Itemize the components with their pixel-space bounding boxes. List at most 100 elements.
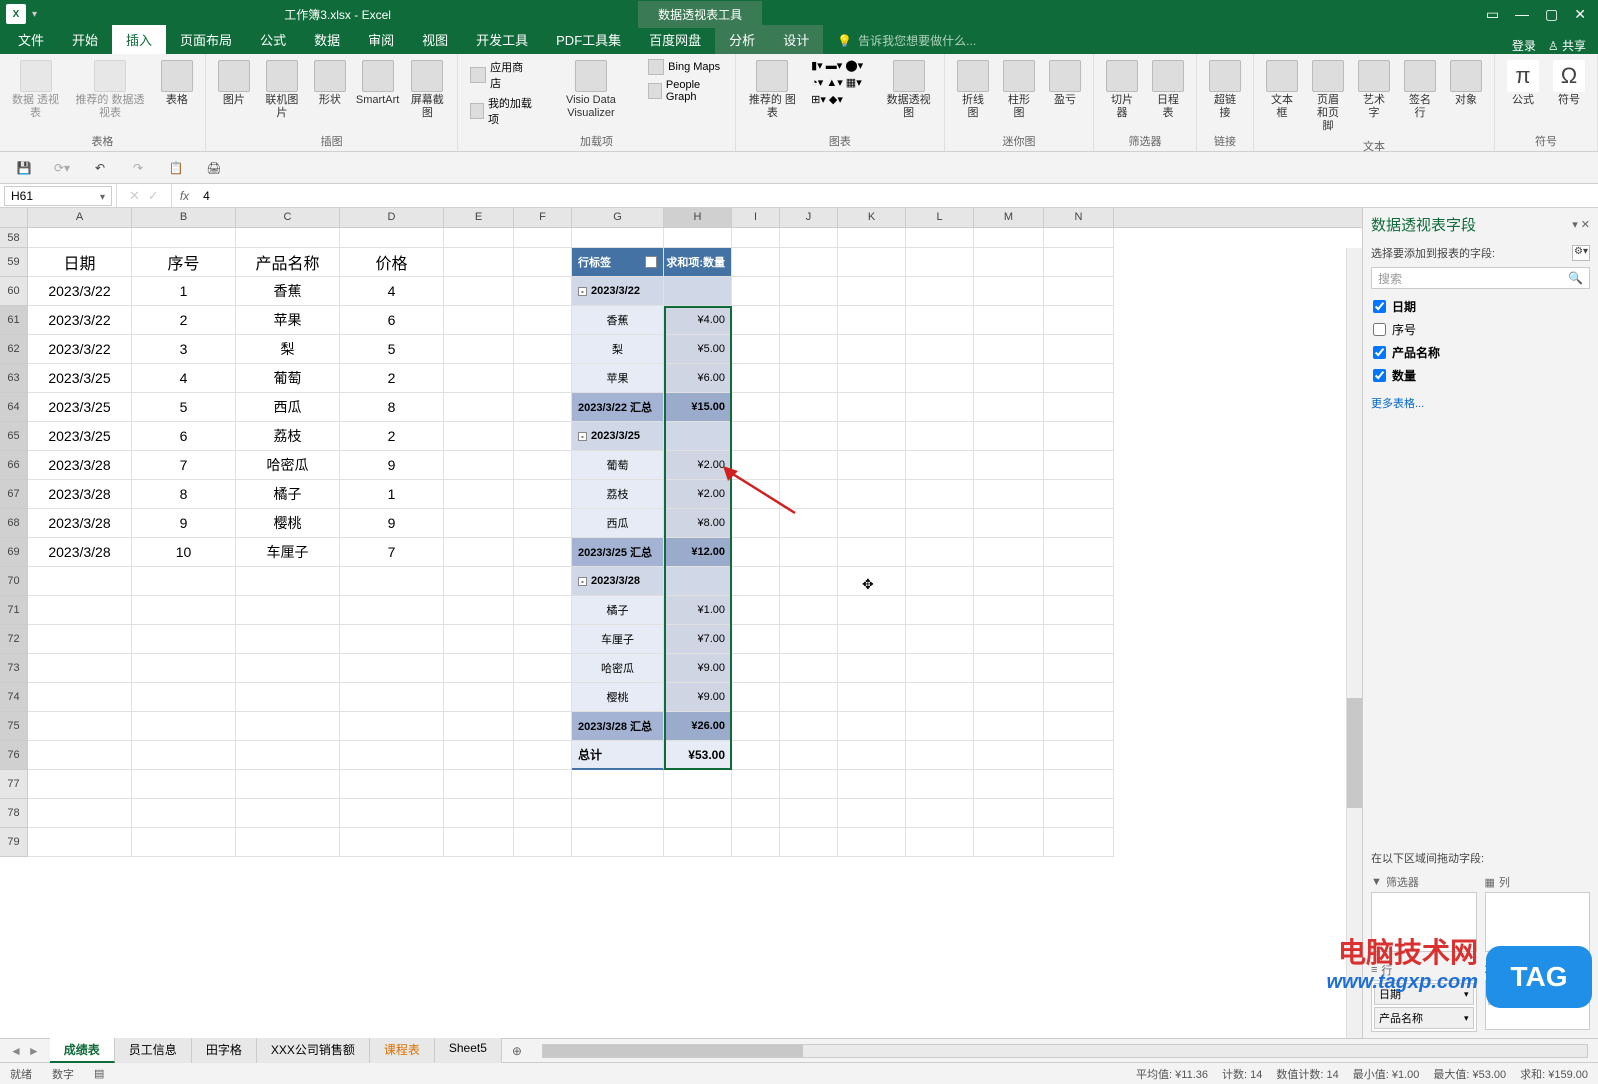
expand-icon[interactable]: -	[578, 432, 587, 441]
field-checkbox[interactable]	[1373, 323, 1386, 336]
tab-baidu[interactable]: 百度网盘	[635, 25, 715, 54]
table-button[interactable]: 表格	[157, 58, 197, 109]
row-header[interactable]: 73	[0, 654, 28, 683]
sheet-tab[interactable]: XXX公司销售额	[257, 1038, 370, 1063]
field-item[interactable]: 数量	[1371, 364, 1590, 387]
object-button[interactable]: 对象	[1446, 58, 1486, 109]
tab-design[interactable]: 设计	[769, 25, 823, 54]
tab-view[interactable]: 视图	[408, 25, 462, 54]
field-checkbox[interactable]	[1373, 300, 1386, 313]
row-header[interactable]: 70	[0, 567, 28, 596]
screenshot-button[interactable]: 屏幕截图	[405, 58, 449, 122]
row-header[interactable]: 58	[0, 228, 28, 248]
field-item[interactable]: 产品名称	[1371, 341, 1590, 364]
pivottable-button[interactable]: 数据 透视表	[8, 58, 63, 122]
row-header[interactable]: 66	[0, 451, 28, 480]
horizontal-scrollbar[interactable]	[542, 1044, 1588, 1058]
sheet-nav-next-icon[interactable]: ►	[28, 1044, 40, 1058]
row-header[interactable]: 72	[0, 625, 28, 654]
tab-developer[interactable]: 开发工具	[462, 25, 542, 54]
column-header-E[interactable]: E	[444, 208, 514, 227]
tab-page-layout[interactable]: 页面布局	[166, 25, 246, 54]
slicer-button[interactable]: 切片器	[1102, 58, 1142, 122]
column-header-B[interactable]: B	[132, 208, 236, 227]
row-header[interactable]: 71	[0, 596, 28, 625]
area-chip[interactable]: 产品名称	[1374, 1007, 1474, 1029]
row-header[interactable]: 78	[0, 799, 28, 828]
sheet-tab[interactable]: 成绩表	[50, 1038, 115, 1063]
sparkline-winloss-button[interactable]: 盈亏	[1045, 58, 1085, 109]
column-header-D[interactable]: D	[340, 208, 444, 227]
field-checkbox[interactable]	[1373, 346, 1386, 359]
row-header[interactable]: 67	[0, 480, 28, 509]
online-pictures-button[interactable]: 联机图片	[260, 58, 304, 122]
chart-row1[interactable]: ▮▾ ▬▾ ⬤▾	[807, 58, 875, 73]
qat-extra1-icon[interactable]: 📋	[166, 158, 186, 178]
bingmaps-button[interactable]: Bing Maps	[644, 58, 727, 76]
close-icon[interactable]: ✕	[1574, 6, 1586, 23]
pictures-button[interactable]: 图片	[214, 58, 254, 109]
pivotchart-button[interactable]: 数据透视图	[881, 58, 936, 122]
visio-button[interactable]: Visio Data Visualizer	[544, 58, 638, 122]
headerfooter-button[interactable]: 页眉和页脚	[1308, 58, 1348, 136]
sheet-tab[interactable]: 员工信息	[115, 1038, 192, 1063]
tab-data[interactable]: 数据	[300, 25, 354, 54]
fields-pane-close-icon[interactable]: ✕	[1581, 219, 1590, 231]
chart-row3[interactable]: ⊞▾ ◆▾	[807, 92, 875, 107]
row-header[interactable]: 61	[0, 306, 28, 335]
minimize-icon[interactable]: —	[1515, 6, 1529, 23]
enter-formula-icon[interactable]: ✓	[148, 188, 159, 204]
row-header[interactable]: 65	[0, 422, 28, 451]
field-item[interactable]: 日期	[1371, 295, 1590, 318]
column-header-K[interactable]: K	[838, 208, 906, 227]
redo-icon[interactable]: ↷	[128, 158, 148, 178]
column-header-J[interactable]: J	[780, 208, 838, 227]
textbox-button[interactable]: 文本框	[1262, 58, 1302, 122]
login-link[interactable]: 登录	[1512, 37, 1536, 54]
hyperlink-button[interactable]: 超链接	[1205, 58, 1245, 122]
columns-drop-area[interactable]	[1485, 892, 1591, 952]
sheet-nav-prev-icon[interactable]: ◄	[10, 1044, 22, 1058]
equation-button[interactable]: π公式	[1503, 58, 1543, 109]
row-header[interactable]: 76	[0, 741, 28, 770]
vertical-scrollbar[interactable]	[1346, 248, 1362, 1038]
tab-analyze[interactable]: 分析	[715, 25, 769, 54]
myaddins-button[interactable]: 我的加载项	[466, 94, 537, 128]
sheet-tab[interactable]: 田字格	[192, 1038, 257, 1063]
area-chip[interactable]: 日期	[1374, 983, 1474, 1005]
recommended-pivot-button[interactable]: 推荐的 数据透视表	[69, 58, 151, 122]
row-header[interactable]: 64	[0, 393, 28, 422]
spreadsheet-grid[interactable]: ABCDEFGHIJKLMN 5859日期序号产品名称价格行标签▾求和项:数量6…	[0, 208, 1362, 1038]
recommended-charts-button[interactable]: 推荐的 图表	[744, 58, 801, 122]
name-box[interactable]: H61	[4, 186, 112, 206]
row-header[interactable]: 77	[0, 770, 28, 799]
tab-pdf[interactable]: PDF工具集	[542, 25, 635, 54]
sparkline-column-button[interactable]: 柱形图	[999, 58, 1039, 122]
share-button[interactable]: ♙ 共享	[1548, 37, 1586, 54]
smartart-button[interactable]: SmartArt	[356, 58, 399, 109]
select-all-corner[interactable]	[0, 208, 28, 227]
row-header[interactable]: 63	[0, 364, 28, 393]
store-button[interactable]: 应用商店	[466, 58, 537, 92]
row-header[interactable]: 62	[0, 335, 28, 364]
qat-extra2-icon[interactable]: 🖨	[204, 158, 224, 178]
formula-input[interactable]: 4	[197, 189, 1598, 203]
column-header-I[interactable]: I	[732, 208, 780, 227]
pivot-filter-icon[interactable]: ▾	[645, 256, 657, 268]
maximize-icon[interactable]: ▢	[1545, 6, 1558, 23]
undo-icon[interactable]: ↶	[90, 158, 110, 178]
row-header[interactable]: 60	[0, 277, 28, 306]
column-header-G[interactable]: G	[572, 208, 664, 227]
fields-search-input[interactable]: 搜索 🔍	[1371, 267, 1590, 289]
add-sheet-button[interactable]: ⊕	[502, 1044, 532, 1058]
column-header-L[interactable]: L	[906, 208, 974, 227]
tab-review[interactable]: 审阅	[354, 25, 408, 54]
row-header[interactable]: 74	[0, 683, 28, 712]
qat-dropdown-icon[interactable]: ▾	[32, 9, 37, 20]
row-header[interactable]: 79	[0, 828, 28, 857]
fields-pane-dropdown-icon[interactable]: ▾	[1572, 219, 1578, 231]
cancel-formula-icon[interactable]: ✕	[129, 188, 140, 204]
expand-icon[interactable]: -	[578, 577, 587, 586]
field-item[interactable]: 序号	[1371, 318, 1590, 341]
row-header[interactable]: 68	[0, 509, 28, 538]
